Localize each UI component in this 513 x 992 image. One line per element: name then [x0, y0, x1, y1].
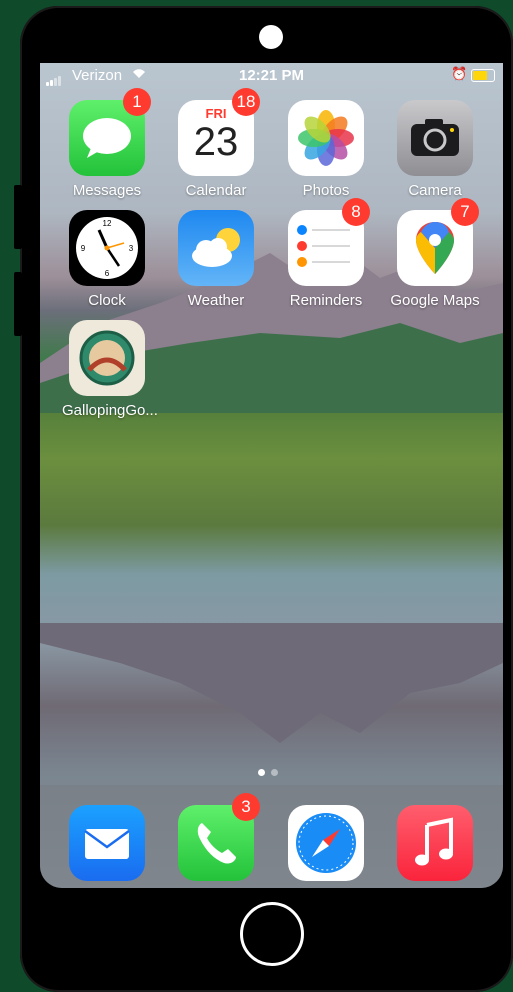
- page-dot: [271, 769, 278, 776]
- safari-icon: [288, 805, 364, 881]
- page-indicator[interactable]: [255, 763, 281, 781]
- app-camera[interactable]: Camera: [390, 100, 480, 199]
- dock-music[interactable]: [390, 805, 480, 881]
- app-label: Camera: [408, 182, 462, 199]
- wallpaper-reflection: [40, 623, 503, 743]
- status-bar: Verizon 12:21 PM ⏰: [40, 63, 503, 87]
- svg-text:3: 3: [129, 244, 134, 253]
- app-calendar[interactable]: FRI 23 18 Calendar: [171, 88, 261, 199]
- app-reminders[interactable]: 8 Reminders: [281, 198, 371, 309]
- clock-icon: 12 3 6 9: [69, 210, 145, 286]
- app-messages[interactable]: 1 Messages: [62, 88, 152, 199]
- front-camera: [259, 25, 283, 49]
- dock-mail[interactable]: [62, 805, 152, 881]
- alarm-icon: ⏰: [451, 66, 468, 81]
- camera-icon: [397, 100, 473, 176]
- home-button[interactable]: [240, 902, 304, 966]
- phone-badge: 3: [232, 793, 260, 821]
- app-google-maps[interactable]: 7 Google Maps: [390, 198, 480, 309]
- app-photos[interactable]: Photos: [281, 100, 371, 199]
- home-screen: Verizon 12:21 PM ⏰ 1 Messages FRI 23 18 …: [40, 63, 503, 888]
- app-label: GallopingGo...: [62, 402, 158, 419]
- weather-icon: [178, 210, 254, 286]
- photos-icon: [288, 100, 364, 176]
- app-label: Reminders: [289, 292, 363, 309]
- svg-text:12: 12: [103, 219, 112, 228]
- app-clock[interactable]: 12 3 6 9 Clock: [62, 210, 152, 309]
- messages-badge: 1: [123, 88, 151, 116]
- app-weather[interactable]: Weather: [171, 210, 261, 309]
- page-dot-active: [258, 769, 265, 776]
- dock-phone[interactable]: 3: [171, 793, 261, 881]
- app-label: Weather: [187, 292, 245, 309]
- app-galloping-gourmet[interactable]: GallopingGo...: [62, 320, 158, 419]
- dock: 3: [40, 785, 503, 888]
- galloping-gourmet-icon: [69, 320, 145, 396]
- app-label: Messages: [72, 182, 142, 199]
- reminders-badge: 8: [342, 198, 370, 226]
- volume-up-button[interactable]: [14, 185, 22, 249]
- dock-safari[interactable]: [281, 805, 371, 881]
- app-label: Clock: [88, 292, 126, 309]
- google-maps-badge: 7: [451, 198, 479, 226]
- mail-icon: [69, 805, 145, 881]
- svg-text:6: 6: [105, 269, 110, 278]
- app-label: Photos: [302, 182, 350, 199]
- wifi-icon: [132, 67, 146, 82]
- app-label: Calendar: [185, 182, 247, 199]
- signal-icon: [46, 69, 62, 86]
- svg-text:9: 9: [81, 244, 86, 253]
- app-label: Google Maps: [390, 292, 480, 309]
- music-icon: [397, 805, 473, 881]
- calendar-date: 23: [193, 120, 239, 164]
- status-time: 12:21 PM: [239, 67, 305, 84]
- battery-icon: [471, 69, 495, 82]
- calendar-badge: 18: [232, 88, 260, 116]
- volume-down-button[interactable]: [14, 272, 22, 336]
- carrier-name: Verizon: [72, 67, 123, 84]
